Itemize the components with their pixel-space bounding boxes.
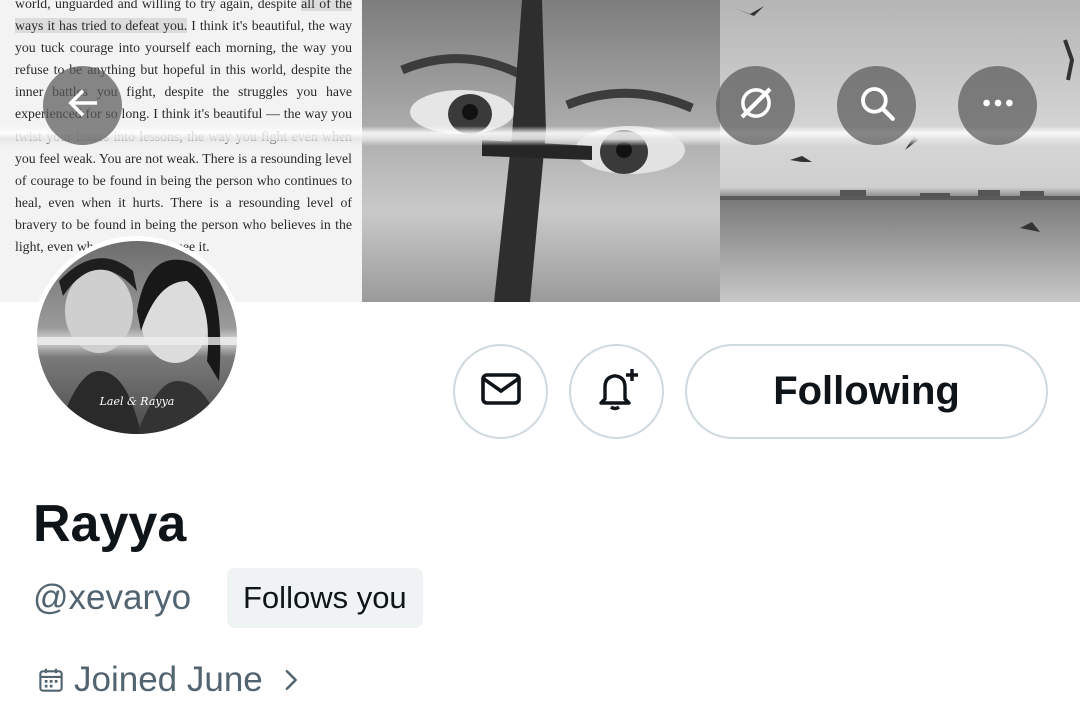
grok-icon (735, 82, 777, 129)
joined-date-text: Joined June (74, 660, 263, 699)
arrow-left-icon (62, 82, 104, 129)
face-illustration (400, 0, 694, 302)
banner-paper-tear (0, 126, 1080, 146)
follows-you-badge: Follows you (227, 568, 423, 628)
chevron-right-icon (271, 666, 305, 694)
more-options-button[interactable] (958, 66, 1037, 145)
user-handle: @xevaryo (33, 578, 192, 617)
search-icon (856, 82, 898, 129)
back-button[interactable] (43, 66, 122, 145)
following-button[interactable]: Following (685, 344, 1048, 439)
banner-quote-line-1: world, unguarded and willing to try agai… (15, 0, 297, 11)
sea-illustration (720, 6, 1080, 232)
banner-face-photo (362, 0, 720, 302)
banner-quote-line-2-rest: I think it's (187, 18, 248, 34)
avatar[interactable]: Lael & Rayya (32, 236, 242, 439)
display-name: Rayya (33, 495, 187, 553)
more-icon (977, 82, 1019, 129)
calendar-icon (36, 665, 66, 695)
envelope-icon (477, 365, 525, 418)
notifications-button[interactable] (569, 344, 664, 439)
search-button[interactable] (837, 66, 916, 145)
bell-plus-icon (593, 365, 641, 418)
avatar-photo: Lael & Rayya (37, 241, 237, 434)
joined-date-row[interactable]: Joined June (36, 660, 305, 700)
banner-sea-photo (720, 0, 1080, 302)
message-button[interactable] (453, 344, 548, 439)
avatar-caption: Lael & Rayya (99, 395, 175, 408)
grok-button[interactable] (716, 66, 795, 145)
